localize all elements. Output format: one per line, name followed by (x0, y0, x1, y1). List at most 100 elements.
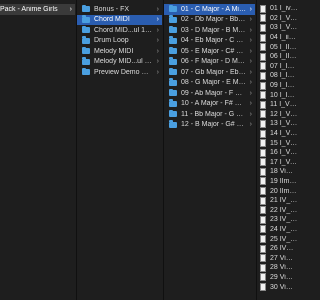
midi-file-icon (260, 235, 266, 244)
midi-file-icon (260, 52, 266, 61)
folder-row-pack-anime-girls[interactable]: Pack - Anime Girls › (0, 4, 75, 15)
folder-row[interactable]: Melody MID...ul 180bpm)› (77, 57, 162, 68)
midi-file-label: 16 I_Vim_I... (270, 149, 298, 157)
midi-file-label: 29 Vim_IV... (270, 273, 298, 281)
midi-file-icon (260, 119, 266, 128)
folder-icon (169, 78, 177, 86)
midi-file-row[interactable]: 27 Vim_#V... (257, 253, 300, 263)
folder-row[interactable]: Bonus - FX › (77, 4, 162, 15)
midi-file-label: 13 I_V_Vim... (270, 120, 298, 128)
midi-file-row[interactable]: 03 I_Vim... (257, 23, 300, 33)
midi-file-row[interactable]: 20 IIm7_V_I... (257, 186, 300, 196)
midi-file-row[interactable]: 11 I_V_VI... (257, 100, 300, 110)
midi-file-icon (260, 110, 266, 119)
chevron-right-icon: › (249, 121, 252, 129)
folder-label: Chord MIDI (94, 16, 130, 24)
folder-icon (169, 57, 177, 65)
column-pack: Bonus - FX › Chord MIDI › Chord MID...ul 180… (76, 0, 162, 300)
midi-file-row[interactable]: 07 I_IVm_I... (257, 62, 300, 72)
midi-file-row[interactable]: 28 Vim_IIa... (257, 263, 300, 273)
midi-file-row[interactable]: 21 IV_V_I... (257, 196, 300, 206)
midi-file-label: 30 Vim_IV... (270, 283, 298, 291)
midi-file-icon (260, 263, 266, 272)
midi-file-row[interactable]: 25 IV_V_Vi... (257, 234, 300, 244)
midi-file-icon (260, 215, 266, 224)
midi-file-icon (260, 4, 266, 13)
key-folder-row[interactable]: 07 - Gb Major - Eb Minor› (164, 67, 255, 78)
midi-file-icon (260, 177, 266, 186)
midi-file-icon (260, 158, 266, 167)
midi-file-icon (260, 62, 266, 71)
midi-file-icon (260, 167, 266, 176)
folder-icon (169, 99, 177, 107)
midi-file-row[interactable]: 19 IIm_V_I... (257, 177, 300, 187)
key-folder-row[interactable]: 04 - Eb Major - C Minor› (164, 36, 255, 47)
midi-file-row[interactable]: 14 I_VIIm7b... (257, 129, 300, 139)
midi-file-row[interactable]: 04 I_ii_V... (257, 33, 300, 43)
midi-file-label: 05 I_III7_VI... (270, 43, 298, 51)
midi-file-label: 19 IIm_V_I... (270, 177, 298, 185)
folder-row[interactable]: Chord MIDI › (77, 14, 162, 25)
midi-file-row[interactable]: 16 I_Vim_I... (257, 148, 300, 158)
midi-file-row[interactable]: 23 IV_V_III... (257, 215, 300, 225)
chevron-right-icon: › (249, 37, 252, 45)
midi-file-icon (260, 196, 266, 205)
midi-file-row[interactable]: 26 IVM7_V... (257, 244, 300, 254)
midi-file-label: 01 I_iv_I... (270, 5, 298, 13)
folder-label: Bonus - FX (94, 5, 130, 13)
key-folder-row[interactable]: 05 - E Major - C# Minor› (164, 46, 255, 57)
folder-icon (169, 88, 177, 97)
key-folder-row[interactable]: 10 - A Major - F# Minor › (164, 99, 255, 110)
midi-file-row[interactable]: 06 I_IIm_V... (257, 52, 300, 62)
midi-file-row[interactable]: 30 Vim_IV... (257, 282, 300, 292)
midi-file-row[interactable]: 29 Vim_IV... (257, 273, 300, 283)
key-folder-row[interactable]: 03 - D Major - B Minor › (164, 25, 255, 36)
key-folder-row[interactable]: 08 - G Major - E Minor › (164, 78, 255, 89)
midi-file-label: 21 IV_V_I... (270, 197, 298, 205)
chevron-right-icon: › (249, 5, 252, 13)
folder-row[interactable]: Chord MID...ul 180bpm)› (77, 25, 162, 36)
midi-file-label: 02 I_Vim... (270, 14, 298, 22)
midi-file-row[interactable]: 13 I_V_Vim... (257, 119, 300, 129)
midi-file-row[interactable]: 09 I_IV_Viu... (257, 81, 300, 91)
key-folder-row[interactable]: 06 - F Major - D Minor › (164, 57, 255, 68)
midi-file-icon (260, 273, 266, 282)
chevron-right-icon: › (69, 5, 72, 13)
folder-icon (169, 120, 177, 128)
midi-file-row[interactable]: 02 I_Vim... (257, 14, 300, 24)
midi-file-row[interactable]: 12 I_V_Vim... (257, 110, 300, 120)
midi-file-row[interactable]: 08 I_IVM... (257, 71, 300, 81)
folder-label: 04 - Eb Major - C Minor (181, 37, 246, 45)
folder-icon (169, 46, 177, 55)
chevron-right-icon: › (249, 79, 252, 87)
folder-label: 12 - B Major - G# Minor (181, 121, 246, 129)
midi-file-row[interactable]: 17 I_VonVII... (257, 158, 300, 168)
midi-file-row[interactable]: 22 IV_V_III... (257, 205, 300, 215)
midi-file-row[interactable]: 10 I_IV_VI... (257, 90, 300, 100)
midi-file-row[interactable]: 18 Vim_Vm... (257, 167, 300, 177)
folder-icon (82, 25, 90, 34)
key-folder-row[interactable]: 01 - C Major - A Minor › (164, 4, 255, 15)
chevron-right-icon: › (249, 68, 252, 76)
key-folder-row[interactable]: 09 - Ab Major - F Minor › (164, 88, 255, 99)
folder-icon (82, 36, 90, 44)
key-folder-row[interactable]: 11 - Bb Major - G Minor› (164, 109, 255, 120)
folder-row[interactable]: Melody MIDI › (77, 46, 162, 57)
midi-file-icon (260, 283, 266, 292)
key-folder-row[interactable]: 12 - B Major - G# Minor› (164, 120, 255, 131)
key-folder-row[interactable]: 02 - Db Major - Bb Minor› (164, 15, 255, 26)
midi-file-icon (260, 81, 266, 90)
chevron-right-icon: › (249, 16, 252, 24)
midi-file-row[interactable]: 01 I_iv_I... (257, 4, 300, 14)
midi-file-icon (260, 148, 266, 157)
midi-file-label: 18 Vim_Vm... (270, 168, 298, 176)
midi-file-row[interactable]: 24 IV_V_IV... (257, 225, 300, 235)
folder-icon (169, 109, 177, 118)
chevron-right-icon: › (249, 89, 252, 97)
folder-row[interactable]: Preview Demo Stems› (77, 67, 162, 78)
folder-icon (82, 57, 90, 65)
midi-file-row[interactable]: 05 I_III7_VI... (257, 42, 300, 52)
folder-label: Melody MIDI (94, 47, 134, 55)
folder-row[interactable]: Drum Loop › (77, 36, 162, 47)
midi-file-row[interactable]: 15 I_Vim7_... (257, 138, 300, 148)
